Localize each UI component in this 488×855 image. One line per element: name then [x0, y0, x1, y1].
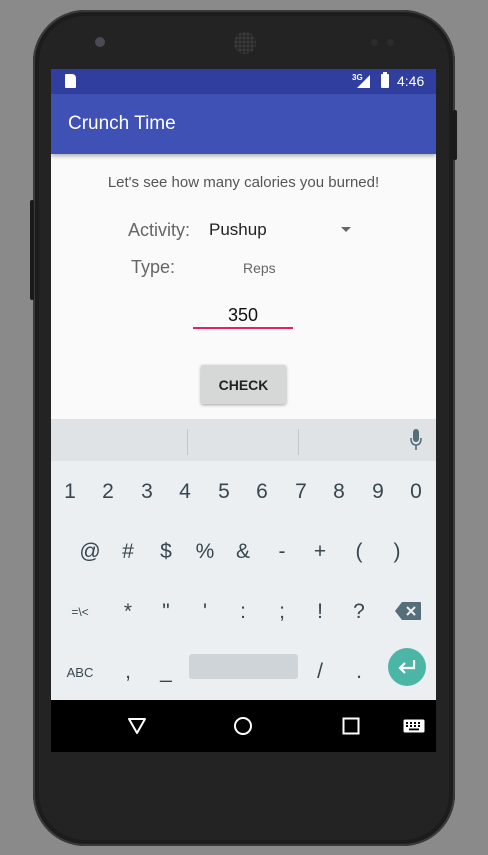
sensor — [371, 39, 378, 46]
recent-apps-icon[interactable] — [342, 717, 360, 735]
home-icon[interactable] — [233, 716, 253, 736]
power-button — [30, 200, 34, 300]
signal-icon — [357, 75, 370, 88]
type-value: Reps — [243, 260, 276, 276]
key-3[interactable]: 3 — [128, 479, 166, 505]
back-icon[interactable] — [127, 717, 147, 735]
key-exclamation[interactable]: ! — [301, 599, 339, 625]
sensor — [387, 39, 394, 46]
key-abc[interactable]: ABC — [59, 659, 101, 685]
backspace-icon[interactable] — [394, 601, 422, 621]
key-asterisk[interactable]: * — [109, 599, 147, 625]
key-comma[interactable]: , — [109, 659, 147, 685]
status-time: 4:46 — [397, 73, 425, 89]
key-colon[interactable]: : — [224, 599, 262, 625]
microphone-icon[interactable] — [410, 429, 422, 451]
key-more-symbols[interactable]: =\< — [56, 599, 104, 625]
soft-keyboard: 1 2 3 4 5 6 7 8 9 0 @ # $ % & - + ( ) =\… — [51, 419, 436, 700]
volume-button — [453, 110, 457, 160]
activity-label: Activity: — [128, 220, 191, 240]
key-6[interactable]: 6 — [243, 479, 281, 505]
intro-text: Let's see how many calories you burned! — [107, 174, 380, 191]
key-period[interactable]: . — [340, 659, 378, 685]
key-underscore[interactable]: _ — [147, 659, 185, 685]
key-minus[interactable]: - — [263, 539, 301, 565]
key-double-quote[interactable]: " — [147, 599, 185, 625]
suggestion-divider — [187, 429, 188, 455]
key-percent[interactable]: % — [186, 539, 224, 565]
status-bar: 3G 4:46 — [51, 69, 436, 94]
check-button[interactable]: CHECK — [201, 365, 286, 404]
front-camera — [95, 37, 105, 47]
key-question[interactable]: ? — [340, 599, 378, 625]
spacebar[interactable] — [189, 654, 298, 679]
battery-icon — [381, 72, 389, 88]
key-dollar[interactable]: $ — [147, 539, 185, 565]
enter-key[interactable] — [388, 648, 426, 686]
key-at[interactable]: @ — [71, 539, 109, 565]
app-title: Crunch Time — [68, 113, 176, 134]
navigation-bar — [51, 700, 436, 752]
key-1[interactable]: 1 — [51, 479, 89, 505]
key-4[interactable]: 4 — [166, 479, 204, 505]
dropdown-arrow-icon[interactable] — [341, 227, 351, 232]
key-0[interactable]: 0 — [397, 479, 435, 505]
key-slash[interactable]: / — [301, 659, 339, 685]
keyboard-switch-icon[interactable] — [403, 719, 425, 733]
suggestion-divider — [298, 429, 299, 455]
app-bar: Crunch Time — [51, 94, 436, 154]
suggestion-strip — [51, 419, 436, 461]
key-7[interactable]: 7 — [282, 479, 320, 505]
key-5[interactable]: 5 — [205, 479, 243, 505]
enter-icon — [398, 660, 416, 674]
key-8[interactable]: 8 — [320, 479, 358, 505]
key-open-paren[interactable]: ( — [340, 539, 378, 565]
key-2[interactable]: 2 — [89, 479, 127, 505]
key-9[interactable]: 9 — [359, 479, 397, 505]
key-ampersand[interactable]: & — [224, 539, 262, 565]
sd-card-icon — [65, 74, 76, 88]
key-close-paren[interactable]: ) — [378, 539, 416, 565]
device-screen: 3G 4:46 Crunch Time Let's see how many c… — [51, 69, 436, 752]
key-semicolon[interactable]: ; — [263, 599, 301, 625]
key-single-quote[interactable]: ' — [186, 599, 224, 625]
key-plus[interactable]: + — [301, 539, 339, 565]
key-hash[interactable]: # — [109, 539, 147, 565]
activity-value[interactable]: Pushup — [209, 220, 267, 240]
earpiece-speaker — [234, 32, 256, 54]
type-label: Type: — [131, 257, 176, 277]
reps-input[interactable] — [193, 303, 293, 329]
